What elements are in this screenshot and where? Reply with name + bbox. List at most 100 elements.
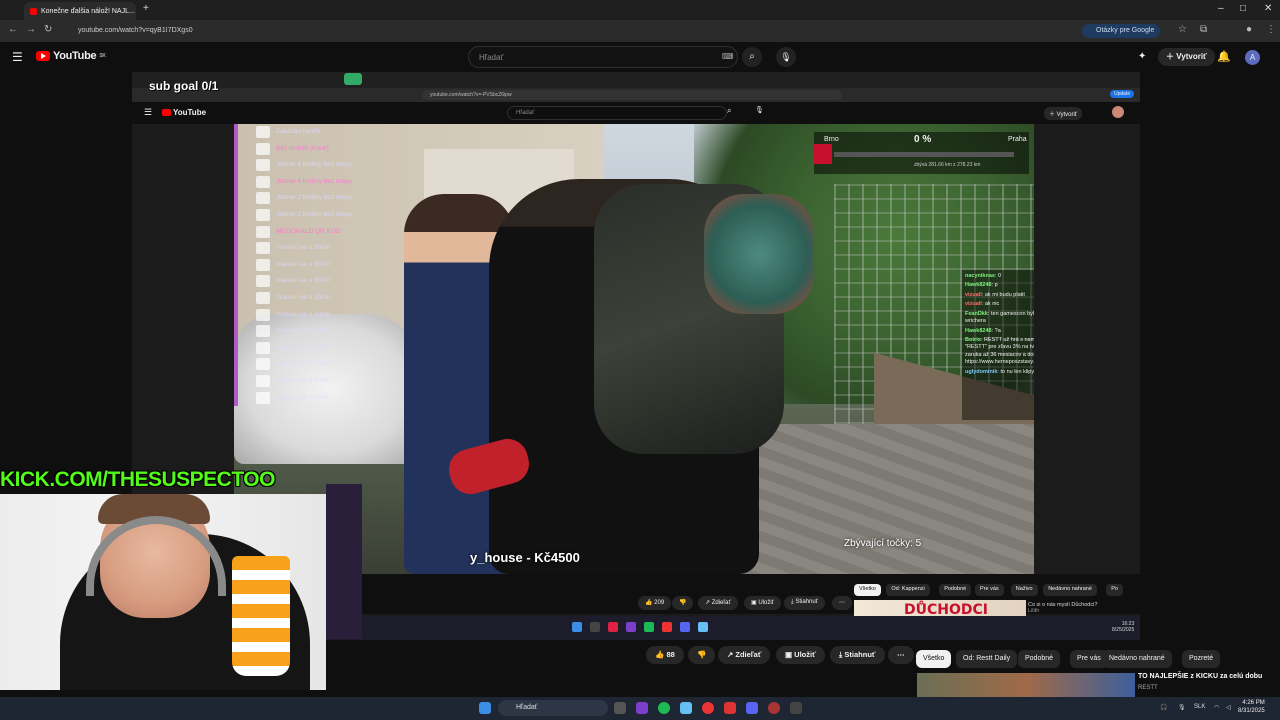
new-tab-icon[interactable]: + [143, 3, 149, 14]
task-label: Vracení se o 100m [276, 343, 331, 351]
hamburger-menu-icon[interactable]: ☰ [12, 50, 23, 64]
inner-chip: Naživo [1010, 584, 1038, 596]
chat-message: Hawk8248: ?a [965, 328, 1034, 335]
inner-save-label: Uložiť [758, 600, 774, 606]
task-label: Jdeme 2 hodiny bez mapy [276, 194, 352, 202]
task-label: Vracení se o 100m [276, 393, 331, 401]
download-button[interactable]: ⤓ Stiahnuť [830, 646, 885, 664]
forward-icon[interactable]: → [26, 24, 36, 35]
chrome-icon[interactable] [702, 702, 714, 714]
volume-icon[interactable]: ◁ [1226, 704, 1231, 711]
filter-chip[interactable]: Podobné [1018, 650, 1061, 668]
youtube-header: ☰ YouTube SK Hľadať ⌨ ⌕ 🎙 ✦ ＋ Vytvoriť 🔔… [0, 42, 1280, 72]
headset-tray-icon[interactable]: 🎧 [1160, 704, 1167, 711]
steam-icon[interactable] [680, 702, 692, 714]
youtube-favicon-icon [30, 7, 37, 15]
youtube-logo[interactable]: YouTube SK [36, 50, 106, 62]
filter-chip[interactable]: Nedávno nahrané [1102, 650, 1172, 668]
chat-username: Hawk8248 [965, 327, 992, 334]
inner-create-button: ＋ Vytvoriť [1044, 107, 1083, 120]
task-icon [256, 291, 270, 304]
inner-avatar [1112, 106, 1124, 118]
brave-icon[interactable] [724, 702, 736, 714]
chat-username: vizuall [965, 291, 982, 298]
task-stripe [234, 339, 238, 357]
recommended-thumbnail[interactable] [917, 673, 1135, 697]
taskview-icon[interactable] [614, 702, 626, 714]
maximize-icon[interactable]: □ [1240, 3, 1246, 14]
url-field[interactable]: youtube.com/watch?v=qyB1I7DXgs0 [58, 23, 1073, 39]
discord-icon[interactable] [746, 702, 758, 714]
task-icon [256, 175, 270, 188]
back-icon[interactable]: ← [8, 24, 18, 35]
task-icon [256, 159, 270, 172]
avatar[interactable]: A [1245, 50, 1260, 65]
create-button[interactable]: ＋ Vytvoriť [1158, 48, 1215, 66]
save-button[interactable]: ▣ Uložiť [776, 646, 825, 664]
extensions-icon[interactable]: ⧉ [1200, 24, 1207, 35]
app-icon[interactable] [768, 702, 780, 714]
search-input[interactable]: Hľadať [468, 46, 738, 68]
chat-text: ak mi budu platit [984, 291, 1025, 298]
search-button[interactable]: ⌕ [742, 47, 762, 67]
filter-chip[interactable]: Všetko [916, 650, 952, 668]
spotify-icon[interactable] [658, 702, 670, 714]
video-action-bar: 👍 88 👎 ↗ Zdieľať ▣ Uložiť ⤓ Stiahnuť ⋯ V… [326, 646, 1280, 678]
profile-icon[interactable]: ● [1246, 24, 1252, 35]
close-icon[interactable]: ✕ [1264, 3, 1272, 14]
recommended-title[interactable]: TO NAJLEPŠIE z KICKU za celú dobu [1138, 673, 1262, 680]
browser-tab[interactable]: Konečne ďalšia nálož! NAJL... [24, 2, 136, 20]
taskbar-clock[interactable]: 4:26 PM 8/31/2025 [1238, 700, 1265, 716]
keyboard-icon[interactable]: ⌨ [722, 52, 734, 61]
reload-icon[interactable]: ↻ [44, 24, 52, 35]
chat-message: Botrix: RESTT už hrá s nami, pridaj sa a… [965, 337, 1034, 367]
inner-chip: Nedávno nahrané [1043, 584, 1097, 596]
inner-youtube-logo-text: YouTube [173, 108, 207, 117]
filter-chip[interactable]: Pozreté [1182, 650, 1221, 668]
dislike-button[interactable]: 👎 [688, 646, 716, 664]
share-button[interactable]: ↗ Zdieľať [718, 646, 771, 664]
task-item: Vracení se o 100m [234, 306, 409, 324]
search-icon: ⌕ [749, 51, 755, 62]
wifi-icon[interactable]: ◠ [1214, 704, 1219, 711]
filter-chip[interactable]: Od: Restt Daily [956, 650, 1018, 668]
task-item: MCDONALD QR KOD [234, 223, 409, 241]
menu-icon[interactable]: ⋮ [1266, 24, 1276, 35]
start-icon[interactable] [479, 702, 491, 714]
voice-search-button[interactable]: 🎙 [776, 47, 796, 67]
task-stripe [234, 323, 238, 340]
inner-youtube-header: ☰ YouTube Hľadať ⌕ 🎙 ＋ Vytvoriť [132, 102, 1140, 124]
language-indicator[interactable]: SLK [1194, 704, 1205, 710]
taskbar-search[interactable]: Hľadať [498, 700, 608, 716]
task-stripe [234, 206, 238, 224]
bookmark-star-icon[interactable]: ☆ [1178, 24, 1187, 35]
more-actions-button[interactable]: ⋯ [888, 646, 914, 664]
task-label: Bez mobilů (Kouli) [276, 144, 329, 152]
chat-username: nacyniknas [965, 273, 995, 279]
notifications-bell-icon[interactable]: 🔔 [1217, 50, 1231, 63]
app2-icon[interactable] [790, 702, 802, 714]
inner-discord-icon [680, 622, 690, 632]
task-icon [256, 258, 270, 271]
cast-icon[interactable]: ✦ [1138, 51, 1146, 62]
route-from: Brno [824, 136, 839, 143]
task-stripe [234, 289, 238, 307]
avatar-letter: A [1249, 53, 1256, 62]
url-text: youtube.com/watch?v=qyB1I7DXgs0 [78, 27, 193, 34]
inner-start-icon [572, 622, 582, 632]
microphone-tray-icon[interactable]: 🎙 [1178, 704, 1186, 711]
obs-icon[interactable] [636, 702, 648, 714]
recommended-channel[interactable]: RESTT [1138, 685, 1158, 691]
task-item: Jdeme 2 hodiny bez mapy [234, 190, 409, 207]
inner-hamburger-icon: ☰ [144, 107, 153, 117]
like-button[interactable]: 👍 88 [646, 646, 684, 664]
task-stripe [234, 173, 238, 191]
google-questions-button[interactable]: Otázky pre Google [1082, 24, 1161, 38]
inner-address-bar: youtube.com/watch?v=-PVSbcZ6ipw Update [132, 88, 1140, 102]
inner-create-label: Vytvoriť [1056, 112, 1078, 118]
minimize-icon[interactable]: – [1218, 3, 1224, 14]
inner-chip: Pre vás [975, 584, 1004, 596]
task-icon [256, 126, 270, 138]
like-count: 88 [666, 650, 675, 659]
task-item: Vracení se o 100m [234, 389, 409, 407]
